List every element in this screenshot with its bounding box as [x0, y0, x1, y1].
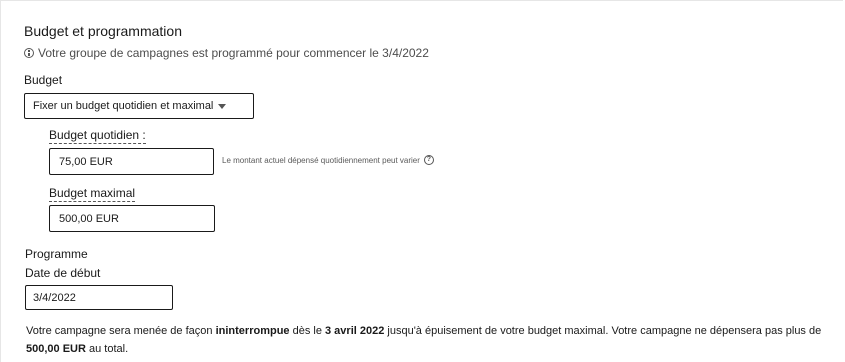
help-icon[interactable]: ? [423, 155, 434, 165]
section-title: Budget et programmation [24, 23, 182, 39]
daily-budget-label: Budget quotidien : [49, 128, 146, 144]
info-icon [24, 48, 34, 58]
schedule-label: Programme [25, 247, 88, 261]
budget-schedule-panel: Budget et programmation Votre groupe de … [0, 0, 843, 362]
budget-label: Budget [24, 73, 63, 87]
start-date-label: Date de début [25, 266, 101, 280]
campaign-summary: Votre campagne sera menée de façon inint… [26, 325, 822, 355]
caret-down-icon [218, 104, 227, 109]
schedule-info: Votre groupe de campagnes est programmé … [24, 46, 429, 60]
max-budget-input[interactable]: 500,00 EUR [49, 205, 215, 232]
start-date-input[interactable]: 3/4/2022 [25, 285, 173, 310]
daily-budget-helper: Le montant actuel dépensé quotidiennemen… [222, 155, 434, 165]
daily-budget-input[interactable]: 75,00 EUR [49, 148, 214, 175]
max-budget-label: Budget maximal [49, 186, 136, 202]
budget-type-value: Fixer un budget quotidien et maximal [33, 100, 214, 112]
schedule-info-text: Votre groupe de campagnes est programmé … [38, 46, 429, 60]
budget-type-select[interactable]: Fixer un budget quotidien et maximal [24, 93, 254, 119]
